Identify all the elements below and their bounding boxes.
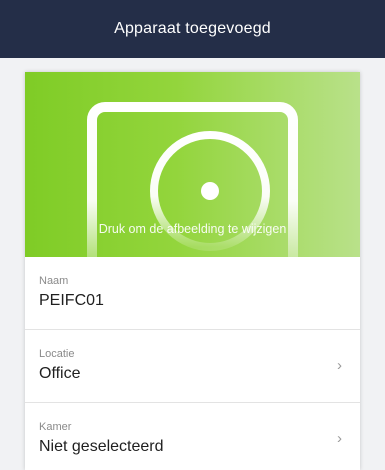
- page-title: Apparaat toegevoegd: [114, 20, 271, 37]
- field-location-label: Locatie: [39, 348, 75, 360]
- device-image-area[interactable]: Druk om de afbeelding te wijzigen: [25, 72, 360, 257]
- device-card: Druk om de afbeelding te wijzigen Naam P…: [25, 72, 360, 470]
- chevron-right-icon: ›: [337, 430, 342, 447]
- field-location-value: Office: [39, 365, 81, 382]
- chevron-right-icon: ›: [337, 357, 342, 374]
- navigation-bar: Apparaat toegevoegd: [0, 0, 385, 58]
- field-room-label: Kamer: [39, 421, 72, 433]
- field-room[interactable]: Kamer Niet geselecteerd ›: [25, 403, 360, 470]
- field-name-label: Naam: [39, 275, 69, 287]
- field-name[interactable]: Naam PEIFC01: [25, 257, 360, 330]
- change-image-hint: Druk om de afbeelding te wijzigen: [98, 222, 287, 236]
- field-name-value: PEIFC01: [39, 292, 104, 309]
- field-location[interactable]: Locatie Office ›: [25, 330, 360, 403]
- field-room-value: Niet geselecteerd: [39, 438, 164, 455]
